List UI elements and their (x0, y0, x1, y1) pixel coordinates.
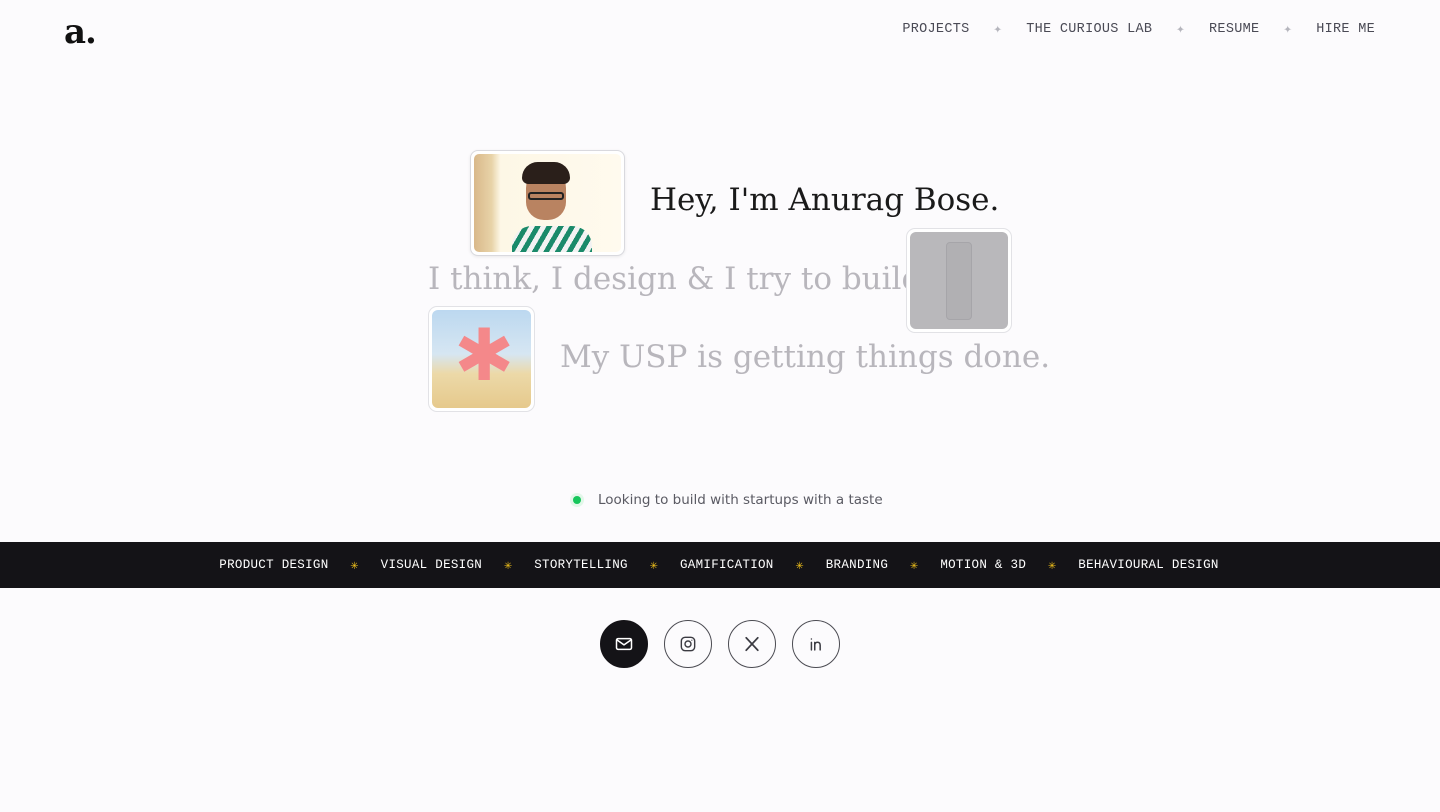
asterisk-icon: ✳ (795, 557, 804, 573)
hero-heading: Hey, I'm Anurag Bose. (650, 182, 1000, 218)
nav-resume[interactable]: RESUME (1209, 22, 1259, 37)
status-text: Looking to build with startups with a ta… (598, 492, 883, 508)
linkedin-button[interactable] (792, 620, 840, 668)
asterisk-icon: ✳ (910, 557, 919, 573)
skill-item: STORYTELLING (534, 558, 628, 572)
asterisk-icon: ✳ (350, 557, 359, 573)
availability-status: Looking to build with startups with a ta… (570, 492, 883, 508)
mail-icon (615, 637, 633, 651)
asterisk-icon: ✳ (1048, 557, 1057, 573)
skills-marquee: PRODUCT DESIGN ✳ VISUAL DESIGN ✳ STORYTE… (0, 542, 1440, 588)
email-button[interactable] (600, 620, 648, 668)
skill-item: GAMIFICATION (679, 558, 774, 572)
profile-photo (470, 150, 625, 256)
skill-item: BEHAVIOURAL DESIGN (1078, 558, 1219, 572)
nav-separator-icon: ✦ (993, 22, 1003, 38)
phone-mockup-thumbnail (906, 228, 1012, 333)
nav-projects[interactable]: PROJECTS (902, 22, 969, 37)
hero-subline-1: I think, I design & I try to build (428, 261, 922, 297)
artwork-thumbnail: ✱ (428, 306, 535, 412)
hero-subline-2: My USP is getting things done. (560, 339, 1051, 375)
asterisk-icon: ✳ (649, 557, 658, 573)
skill-item: BRANDING (825, 558, 889, 572)
nav-separator-icon: ✦ (1283, 22, 1293, 38)
nav-separator-icon: ✦ (1176, 22, 1186, 38)
profile-photo-image (474, 154, 621, 252)
nav-curious-lab[interactable]: THE CURIOUS LAB (1026, 22, 1152, 37)
skill-item: VISUAL DESIGN (380, 558, 483, 572)
status-dot-icon (570, 493, 584, 507)
skill-item: PRODUCT DESIGN (219, 558, 329, 572)
linkedin-icon (810, 638, 821, 651)
social-links (600, 620, 840, 668)
instagram-button[interactable] (664, 620, 712, 668)
asterisk-icon: ✳ (504, 557, 513, 573)
instagram-icon (680, 636, 696, 652)
nav-hire-me[interactable]: HIRE ME (1316, 22, 1375, 37)
skill-item: MOTION & 3D (940, 558, 1027, 572)
x-twitter-button[interactable] (728, 620, 776, 668)
x-icon (745, 636, 759, 652)
site-logo[interactable]: a. (64, 12, 97, 52)
main-nav: PROJECTS ✦ THE CURIOUS LAB ✦ RESUME ✦ HI… (902, 21, 1375, 38)
